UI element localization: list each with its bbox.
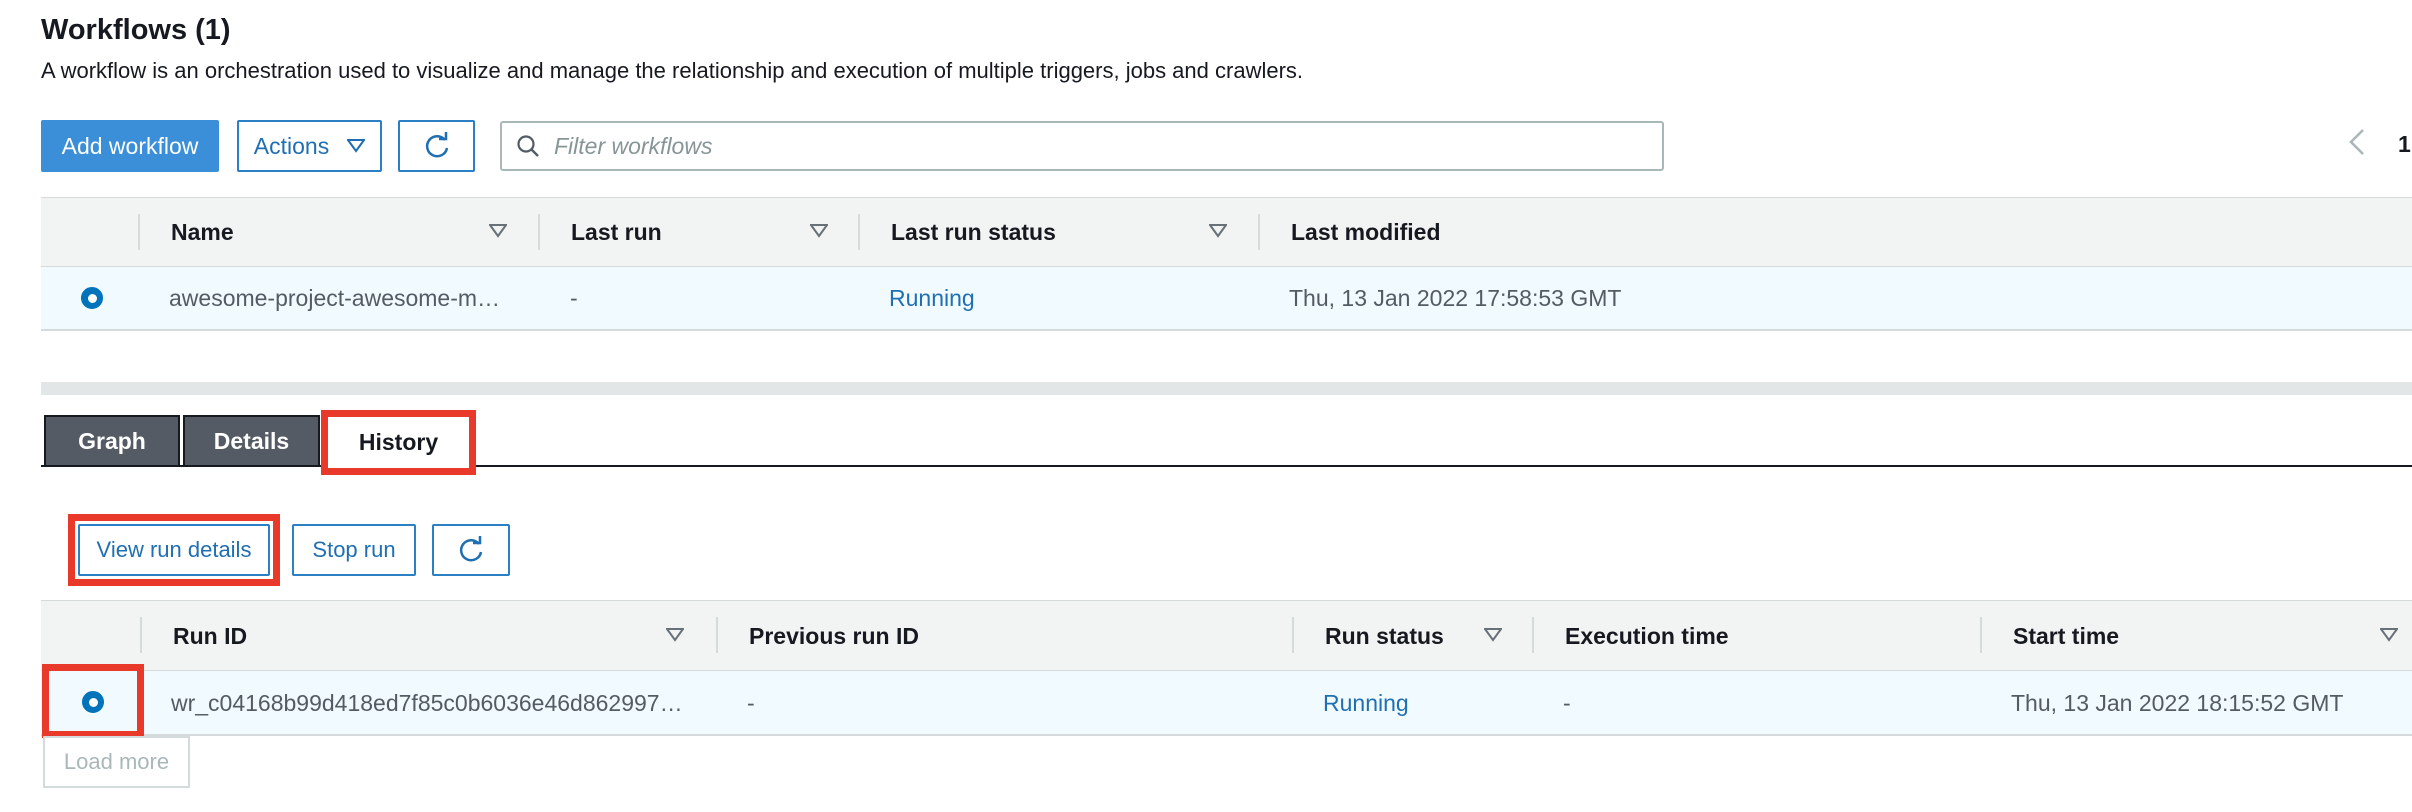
view-run-details-button[interactable]: View run details — [78, 524, 270, 576]
column-divider — [538, 214, 540, 250]
search-icon — [517, 135, 539, 157]
workflow-name: awesome-project-awesome-m… — [169, 285, 501, 311]
column-header-name[interactable]: Name — [171, 219, 234, 246]
actions-dropdown[interactable]: Actions — [237, 120, 382, 172]
column-header-last-modified[interactable]: Last modified — [1291, 219, 1441, 246]
run-id: wr_c04168b99d418ed7f85c0b6036e46d862997… — [171, 690, 683, 716]
column-header-last-run[interactable]: Last run — [571, 219, 662, 246]
page-title: Workflows (1) — [41, 14, 231, 46]
column-header-last-run-status[interactable]: Last run status — [891, 219, 1056, 246]
workflow-last-modified: Thu, 13 Jan 2022 17:58:53 GMT — [1289, 285, 1622, 311]
refresh-workflows-button[interactable] — [398, 120, 475, 172]
refresh-icon — [425, 132, 448, 158]
column-divider — [1532, 617, 1534, 653]
stop-run-button[interactable]: Stop run — [292, 524, 416, 576]
sort-icon[interactable] — [1484, 628, 1502, 642]
tab-graph[interactable]: Graph — [44, 415, 180, 467]
previous-page-icon[interactable] — [2348, 128, 2366, 163]
column-header-start-time[interactable]: Start time — [2013, 623, 2119, 650]
column-divider — [716, 617, 718, 653]
column-header-run-status[interactable]: Run status — [1325, 623, 1444, 650]
load-more-button[interactable]: Load more — [43, 736, 190, 788]
page-description: A workflow is an orchestration used to v… — [41, 58, 1304, 83]
filter-workflows-input[interactable]: Filter workflows — [500, 121, 1664, 171]
previous-run-id: - — [747, 690, 755, 716]
row-select-radio[interactable] — [81, 287, 103, 309]
column-header-execution-time[interactable]: Execution time — [1565, 623, 1729, 650]
refresh-icon — [459, 536, 483, 562]
execution-time: - — [1563, 690, 1571, 716]
row-select-radio[interactable] — [82, 691, 104, 713]
caret-down-icon — [347, 139, 366, 153]
sort-icon[interactable] — [1209, 224, 1227, 238]
sort-icon[interactable] — [2380, 628, 2398, 642]
tab-history[interactable]: History — [321, 410, 476, 475]
sort-icon[interactable] — [666, 628, 684, 642]
workflow-last-run-status[interactable]: Running — [889, 285, 975, 312]
search-placeholder: Filter workflows — [554, 132, 713, 159]
column-divider — [138, 214, 140, 250]
column-divider — [858, 214, 860, 250]
refresh-history-button[interactable] — [432, 524, 510, 576]
sort-icon[interactable] — [810, 224, 828, 238]
actions-label: Actions — [253, 132, 330, 159]
column-header-previous-run-id[interactable]: Previous run ID — [749, 623, 919, 650]
sort-icon[interactable] — [489, 224, 507, 238]
workflow-last-run: - — [570, 285, 578, 311]
column-divider — [1258, 214, 1260, 250]
panel-resize-divider[interactable] — [41, 382, 2412, 395]
tab-details[interactable]: Details — [183, 415, 320, 467]
add-workflow-button[interactable]: Add workflow — [41, 120, 219, 172]
column-divider — [140, 617, 142, 653]
start-time: Thu, 13 Jan 2022 18:15:52 GMT — [2011, 690, 2344, 716]
column-divider — [1980, 617, 1982, 653]
column-header-run-id[interactable]: Run ID — [173, 623, 247, 650]
page-number[interactable]: 1 — [2398, 131, 2411, 158]
run-status[interactable]: Running — [1323, 690, 1409, 717]
column-divider — [1292, 617, 1294, 653]
